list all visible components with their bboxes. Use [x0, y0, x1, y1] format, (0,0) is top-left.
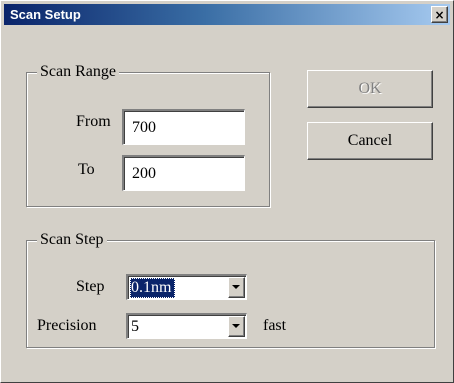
- to-input[interactable]: 200: [122, 155, 245, 191]
- title-bar[interactable]: Scan Setup ×: [4, 4, 450, 25]
- step-select-value: 0.1nm: [130, 278, 176, 298]
- step-select[interactable]: 0.1nm: [126, 274, 247, 300]
- to-label: To: [78, 161, 95, 178]
- precision-label: Precision: [37, 317, 97, 334]
- cancel-button[interactable]: Cancel: [307, 122, 433, 160]
- speed-label: fast: [263, 317, 287, 334]
- dialog-title: Scan Setup: [10, 7, 81, 22]
- close-button[interactable]: ×: [431, 6, 448, 23]
- chevron-down-icon: [232, 324, 240, 328]
- precision-dropdown-button[interactable]: [228, 316, 245, 337]
- ok-button[interactable]: OK: [307, 70, 433, 108]
- close-icon: ×: [434, 7, 445, 22]
- precision-select-value: 5: [131, 318, 139, 335]
- scan-range-title: Scan Range: [37, 62, 119, 82]
- from-label: From: [76, 113, 111, 130]
- scan-setup-dialog: Scan Setup × Scan Range From 700 To 200 …: [0, 0, 454, 383]
- precision-select[interactable]: 5: [126, 313, 247, 339]
- scan-step-title: Scan Step: [37, 230, 107, 250]
- from-input[interactable]: 700: [122, 109, 245, 145]
- step-label: Step: [76, 278, 105, 295]
- chevron-down-icon: [232, 285, 240, 289]
- step-dropdown-button[interactable]: [228, 277, 245, 298]
